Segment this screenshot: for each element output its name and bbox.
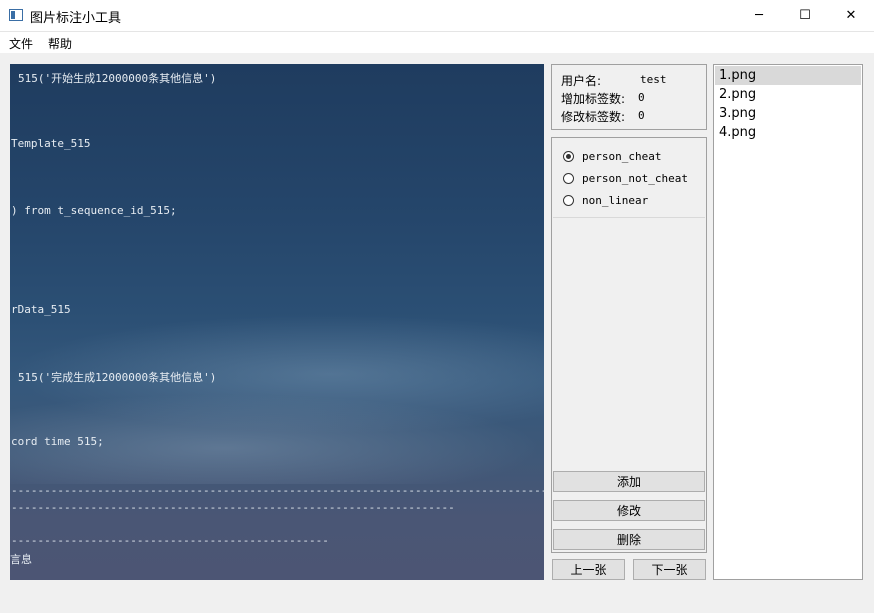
title-bar: 图片标注小工具 ─ ☐ ✕ [0, 0, 874, 32]
window-title: 图片标注小工具 [30, 11, 122, 26]
image-text-line: cord time 515; [11, 435, 104, 448]
prev-image-button[interactable]: 上一张 [552, 559, 625, 580]
add-button[interactable]: 添加 [553, 471, 705, 492]
modify-button[interactable]: 修改 [553, 500, 705, 521]
image-text-line: ----------------------------------------… [11, 534, 329, 547]
menu-bar: 文件 帮助 [0, 32, 874, 53]
file-list-item[interactable]: 2.png [715, 85, 861, 104]
image-text-line: 言息 [10, 553, 32, 566]
image-text-line: rData_515 [11, 303, 71, 316]
label-person-not-cheat[interactable]: person_not_cheat [582, 172, 688, 185]
username-value: test [640, 73, 667, 86]
radio-person-not-cheat[interactable] [563, 173, 574, 184]
image-text-line: Template_515 [11, 137, 91, 150]
image-text-line: ) from t_sequence_id_515; [11, 204, 177, 217]
modified-count-value: 0 [638, 109, 645, 122]
image-text-line: 515('开始生成12000000条其他信息') [18, 72, 217, 85]
minimize-button[interactable]: ─ [736, 0, 782, 31]
label-radio-list: person_cheat person_not_cheat non_linear [553, 139, 705, 218]
radio-non-linear[interactable] [563, 195, 574, 206]
file-list-item[interactable]: 3.png [715, 104, 861, 123]
added-count-value: 0 [638, 91, 645, 104]
menu-help[interactable]: 帮助 [48, 35, 72, 52]
image-text-line: 515('完成生成12000000条其他信息') [18, 371, 217, 384]
file-list[interactable]: 1.png 2.png 3.png 4.png [713, 64, 863, 580]
added-count-label: 增加标签数: [561, 92, 626, 106]
close-button[interactable]: ✕ [828, 0, 874, 31]
label-group: person_cheat person_not_cheat non_linear… [551, 137, 707, 553]
label-non-linear[interactable]: non_linear [582, 194, 648, 207]
image-text-line: ----------------------------------------… [11, 484, 544, 497]
image-text-line: ----------------------------------------… [11, 501, 455, 514]
maximize-button[interactable]: ☐ [782, 0, 828, 31]
app-icon [9, 9, 23, 21]
next-image-button[interactable]: 下一张 [633, 559, 706, 580]
delete-button[interactable]: 删除 [553, 529, 705, 550]
label-person-cheat[interactable]: person_cheat [582, 150, 661, 163]
user-info-box: 用户名: test 增加标签数: 0 修改标签数: 0 [551, 64, 707, 130]
file-list-item[interactable]: 1.png [715, 66, 861, 85]
file-list-item[interactable]: 4.png [715, 123, 861, 142]
modified-count-label: 修改标签数: [561, 110, 626, 124]
radio-person-cheat[interactable] [563, 151, 574, 162]
username-label: 用户名: [561, 74, 602, 88]
menu-file[interactable]: 文件 [9, 35, 33, 52]
image-canvas[interactable]: 515('开始生成12000000条其他信息') Template_515 ) … [10, 64, 544, 580]
